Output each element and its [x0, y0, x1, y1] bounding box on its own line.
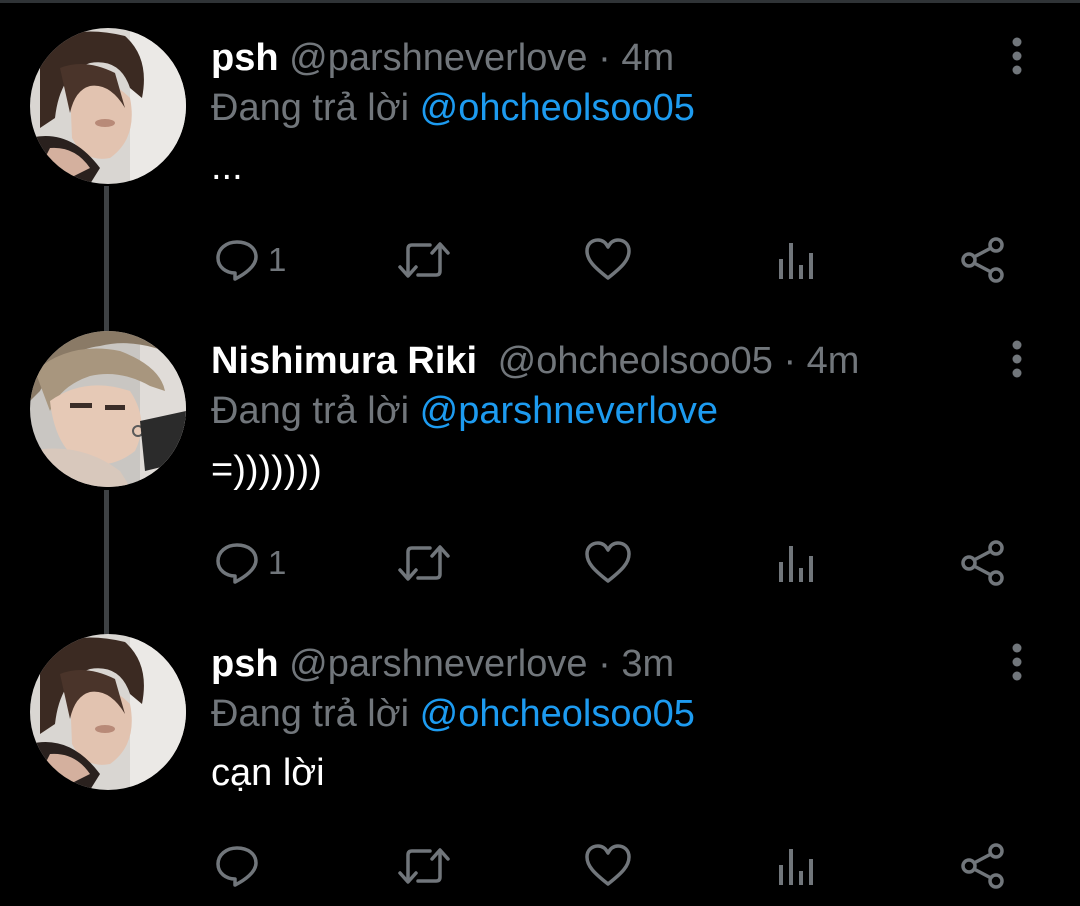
user-handle[interactable]: @parshneverlove	[289, 643, 587, 685]
avatar[interactable]	[30, 28, 186, 184]
more-options-button[interactable]	[1000, 36, 1034, 76]
timestamp[interactable]: 4m	[621, 37, 674, 79]
replying-to-label: Đang trả lời	[211, 390, 410, 432]
share-button[interactable]	[960, 533, 1006, 593]
reply-button[interactable]: 1	[214, 533, 286, 593]
share-icon	[961, 540, 1004, 586]
replying-to: Đang trả lời @ohcheolsoo05	[211, 86, 695, 130]
reply-mention-link[interactable]: @ohcheolsoo05	[420, 693, 695, 735]
timestamp[interactable]: 3m	[621, 643, 674, 685]
separator-dot: ·	[598, 37, 611, 79]
more-options-button[interactable]	[1000, 339, 1034, 379]
like-button[interactable]	[584, 533, 632, 593]
separator-dot: ·	[598, 643, 611, 685]
replying-to: Đang trả lời @ohcheolsoo05	[211, 692, 695, 736]
share-button[interactable]	[960, 230, 1006, 290]
views-button[interactable]	[776, 836, 816, 896]
reply-count: 1	[268, 544, 287, 581]
retweet-icon	[398, 848, 450, 884]
like-icon	[585, 238, 631, 280]
share-button[interactable]	[960, 836, 1006, 896]
retweet-button[interactable]	[398, 533, 450, 593]
reply-button[interactable]	[214, 836, 268, 896]
avatar-photo	[30, 331, 186, 487]
tweet-actions: 1	[0, 533, 1080, 593]
like-icon	[585, 541, 631, 583]
views-icon	[779, 546, 813, 582]
avatar-photo	[30, 28, 186, 184]
reply-mention-link[interactable]: @ohcheolsoo05	[420, 87, 695, 129]
views-button[interactable]	[776, 533, 816, 593]
more-icon	[1012, 340, 1022, 378]
reply-icon	[216, 240, 258, 281]
tweet-text: ...	[211, 146, 243, 188]
retweet-icon	[398, 242, 450, 278]
tweet-header: psh @parshneverlove · 3m	[211, 642, 674, 686]
reply-count: 1	[268, 241, 287, 278]
more-options-button[interactable]	[1000, 642, 1034, 682]
tweet-actions: 1	[0, 230, 1080, 290]
display-name[interactable]: Nishimura Riki	[211, 340, 477, 382]
views-icon	[779, 849, 813, 885]
tweet-actions	[0, 836, 1080, 896]
user-handle[interactable]: @ohcheolsoo05	[498, 340, 773, 382]
reply-icon	[216, 543, 258, 584]
tweet-header: psh @parshneverlove · 4m	[211, 36, 674, 80]
share-icon	[961, 843, 1004, 889]
like-icon	[585, 844, 631, 886]
display-name[interactable]: psh	[211, 643, 279, 685]
user-handle[interactable]: @parshneverlove	[289, 37, 587, 79]
more-icon	[1012, 37, 1022, 75]
separator-dot: ·	[783, 340, 797, 382]
replying-to: Đang trả lời @parshneverlove	[211, 389, 718, 433]
like-button[interactable]	[584, 230, 632, 290]
tweet-text: cạn lời	[211, 752, 325, 794]
views-button[interactable]	[776, 230, 816, 290]
reply-button[interactable]: 1	[214, 230, 286, 290]
tweet[interactable]: psh @parshneverlove · 4m Đang trả lời @o…	[0, 0, 1080, 300]
views-icon	[779, 243, 813, 279]
more-icon	[1012, 643, 1022, 681]
replying-to-label: Đang trả lời	[211, 87, 410, 129]
tweet[interactable]: Nishimura Riki @ohcheolsoo05 · 4m Đang t…	[0, 303, 1080, 603]
retweet-button[interactable]	[398, 230, 450, 290]
avatar[interactable]	[30, 331, 186, 487]
display-name[interactable]: psh	[211, 37, 279, 79]
reply-mention-link[interactable]: @parshneverlove	[420, 390, 718, 432]
share-icon	[961, 237, 1004, 283]
like-button[interactable]	[584, 836, 632, 896]
reply-icon	[216, 846, 258, 887]
timestamp[interactable]: 4m	[807, 340, 860, 382]
avatar[interactable]	[30, 634, 186, 790]
tweet-header: Nishimura Riki @ohcheolsoo05 · 4m	[211, 339, 859, 383]
retweet-button[interactable]	[398, 836, 450, 896]
replying-to-label: Đang trả lời	[211, 693, 410, 735]
tweet-text: =)))))))	[211, 449, 322, 491]
tweet[interactable]: psh @parshneverlove · 3m Đang trả lời @o…	[0, 606, 1080, 906]
avatar-photo	[30, 634, 186, 790]
retweet-icon	[398, 545, 450, 581]
